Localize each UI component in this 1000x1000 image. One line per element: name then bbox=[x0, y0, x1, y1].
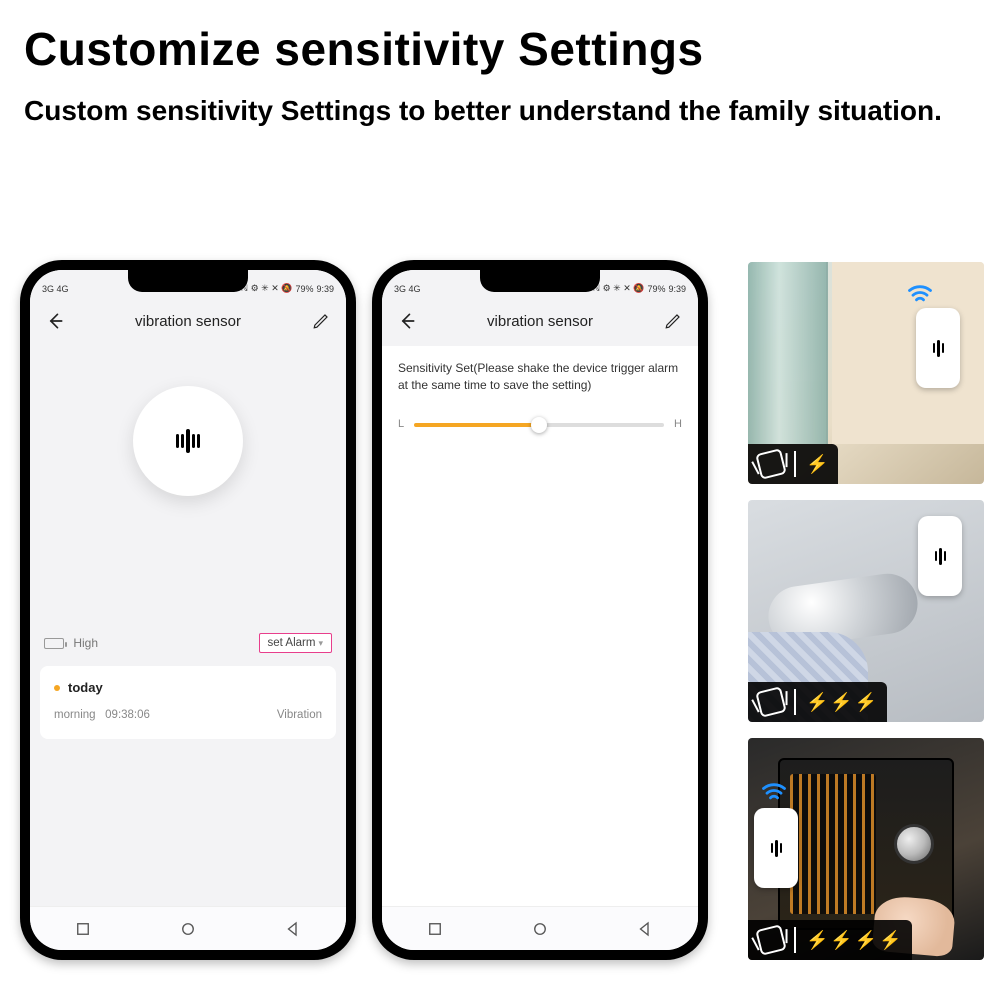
log-time: 09:38:06 bbox=[105, 709, 150, 721]
log-time-prefix: morning bbox=[54, 709, 96, 721]
bolt-icon: ⚡ bbox=[855, 693, 877, 711]
bolt-icon: ⚡ bbox=[830, 931, 852, 949]
divider bbox=[794, 927, 796, 953]
pencil-icon bbox=[664, 312, 682, 330]
vibration-badge-icon bbox=[755, 448, 787, 480]
page-heading: Customize sensitivity Settings bbox=[0, 0, 1000, 84]
today-label: today bbox=[68, 680, 103, 695]
bolt-icon: ⚡ bbox=[806, 693, 828, 711]
phone-main-screen: 3G 4G ℕ ⚙ ✳ ✕ 🔕 79% 9:39 vibration senso… bbox=[20, 260, 356, 960]
scene-window: ⚡ bbox=[748, 262, 984, 484]
nav-back-button[interactable] bbox=[284, 920, 302, 938]
battery-level-text: High bbox=[73, 636, 98, 650]
status-time: 9:39 bbox=[316, 284, 334, 294]
sensor-status-indicator bbox=[133, 386, 243, 496]
status-battery-pct: 79% bbox=[647, 284, 665, 294]
app-title: vibration sensor bbox=[135, 313, 241, 330]
page-subheading: Custom sensitivity Settings to better un… bbox=[0, 84, 1000, 130]
safe-dial bbox=[894, 824, 934, 864]
intensity-badge: ⚡ ⚡ ⚡ bbox=[748, 682, 887, 722]
arrow-left-icon bbox=[45, 311, 65, 331]
sensitivity-slider[interactable] bbox=[414, 423, 664, 427]
bolt-group: ⚡ ⚡ ⚡ ⚡ bbox=[806, 931, 902, 949]
vibration-badge-icon bbox=[755, 924, 787, 956]
nav-back-button[interactable] bbox=[636, 920, 654, 938]
bolt-icon: ⚡ bbox=[855, 931, 877, 949]
nav-recent-button[interactable] bbox=[426, 920, 444, 938]
arrow-left-icon bbox=[397, 311, 417, 331]
slider-high-label: H bbox=[674, 417, 682, 433]
status-network: 3G 4G bbox=[394, 284, 421, 294]
android-nav-bar bbox=[382, 906, 698, 950]
vibration-badge-icon bbox=[755, 686, 787, 718]
divider bbox=[794, 451, 796, 477]
bolt-icon: ⚡ bbox=[879, 931, 901, 949]
scene-door-handle: ⚡ ⚡ ⚡ bbox=[748, 500, 984, 722]
status-battery-pct: 79% bbox=[295, 284, 313, 294]
safe-interior bbox=[790, 774, 876, 914]
back-button[interactable] bbox=[44, 310, 66, 332]
sensor-device bbox=[754, 808, 798, 888]
wifi-icon bbox=[906, 280, 934, 308]
nav-recent-button[interactable] bbox=[74, 920, 92, 938]
edit-button[interactable] bbox=[662, 310, 684, 332]
bullet-icon bbox=[54, 685, 60, 691]
divider bbox=[794, 689, 796, 715]
caret-down-icon: ▾ bbox=[318, 638, 323, 649]
android-nav-bar bbox=[30, 906, 346, 950]
content-stage: 3G 4G ℕ ⚙ ✳ ✕ 🔕 79% 9:39 vibration senso… bbox=[10, 260, 990, 990]
vibration-icon bbox=[176, 429, 200, 453]
intensity-badge: ⚡ bbox=[748, 444, 838, 484]
status-icons: ℕ ⚙ ✳ ✕ 🔕 bbox=[593, 283, 645, 294]
battery-level: High bbox=[44, 636, 98, 650]
nav-home-button[interactable] bbox=[531, 920, 549, 938]
scene-column: ⚡ ⚡ ⚡ ⚡ bbox=[748, 262, 984, 960]
wifi-icon bbox=[760, 778, 788, 806]
app-bar: vibration sensor bbox=[382, 296, 698, 346]
vibration-icon bbox=[935, 548, 946, 565]
curtain bbox=[748, 262, 828, 444]
status-icons: ℕ ⚙ ✳ ✕ 🔕 bbox=[241, 283, 293, 294]
bolt-icon: ⚡ bbox=[830, 693, 852, 711]
app-title: vibration sensor bbox=[487, 313, 593, 330]
vibration-icon bbox=[771, 840, 782, 857]
sensor-device bbox=[916, 308, 960, 388]
status-network: 3G 4G bbox=[42, 284, 69, 294]
phone-sensitivity-screen: 3G 4G ℕ ⚙ ✳ ✕ 🔕 79% 9:39 vibration senso… bbox=[372, 260, 708, 960]
sensor-device bbox=[918, 516, 962, 596]
app-bar: vibration sensor bbox=[30, 296, 346, 346]
scene-safe: ⚡ ⚡ ⚡ ⚡ bbox=[748, 738, 984, 960]
history-card: today morning 09:38:06 Vibration bbox=[40, 666, 336, 739]
nav-home-button[interactable] bbox=[179, 920, 197, 938]
log-event: Vibration bbox=[277, 709, 322, 721]
bolt-group: ⚡ ⚡ ⚡ bbox=[806, 693, 877, 711]
intensity-badge: ⚡ ⚡ ⚡ ⚡ bbox=[748, 920, 912, 960]
status-time: 9:39 bbox=[668, 284, 686, 294]
history-row[interactable]: morning 09:38:06 Vibration bbox=[54, 709, 322, 721]
phone-notch bbox=[480, 270, 600, 292]
battery-icon bbox=[44, 638, 64, 649]
sensitivity-instruction: Sensitivity Set(Please shake the device … bbox=[398, 360, 682, 395]
slider-low-label: L bbox=[398, 417, 404, 433]
slider-thumb[interactable] bbox=[531, 417, 547, 433]
bolt-group: ⚡ bbox=[806, 455, 828, 473]
back-button[interactable] bbox=[396, 310, 418, 332]
set-alarm-label: set Alarm bbox=[268, 637, 316, 649]
phone-notch bbox=[128, 270, 248, 292]
bolt-icon: ⚡ bbox=[806, 931, 828, 949]
set-alarm-button[interactable]: set Alarm ▾ bbox=[259, 633, 332, 653]
pencil-icon bbox=[312, 312, 330, 330]
edit-button[interactable] bbox=[310, 310, 332, 332]
vibration-icon bbox=[933, 340, 944, 357]
bolt-icon: ⚡ bbox=[806, 455, 828, 473]
